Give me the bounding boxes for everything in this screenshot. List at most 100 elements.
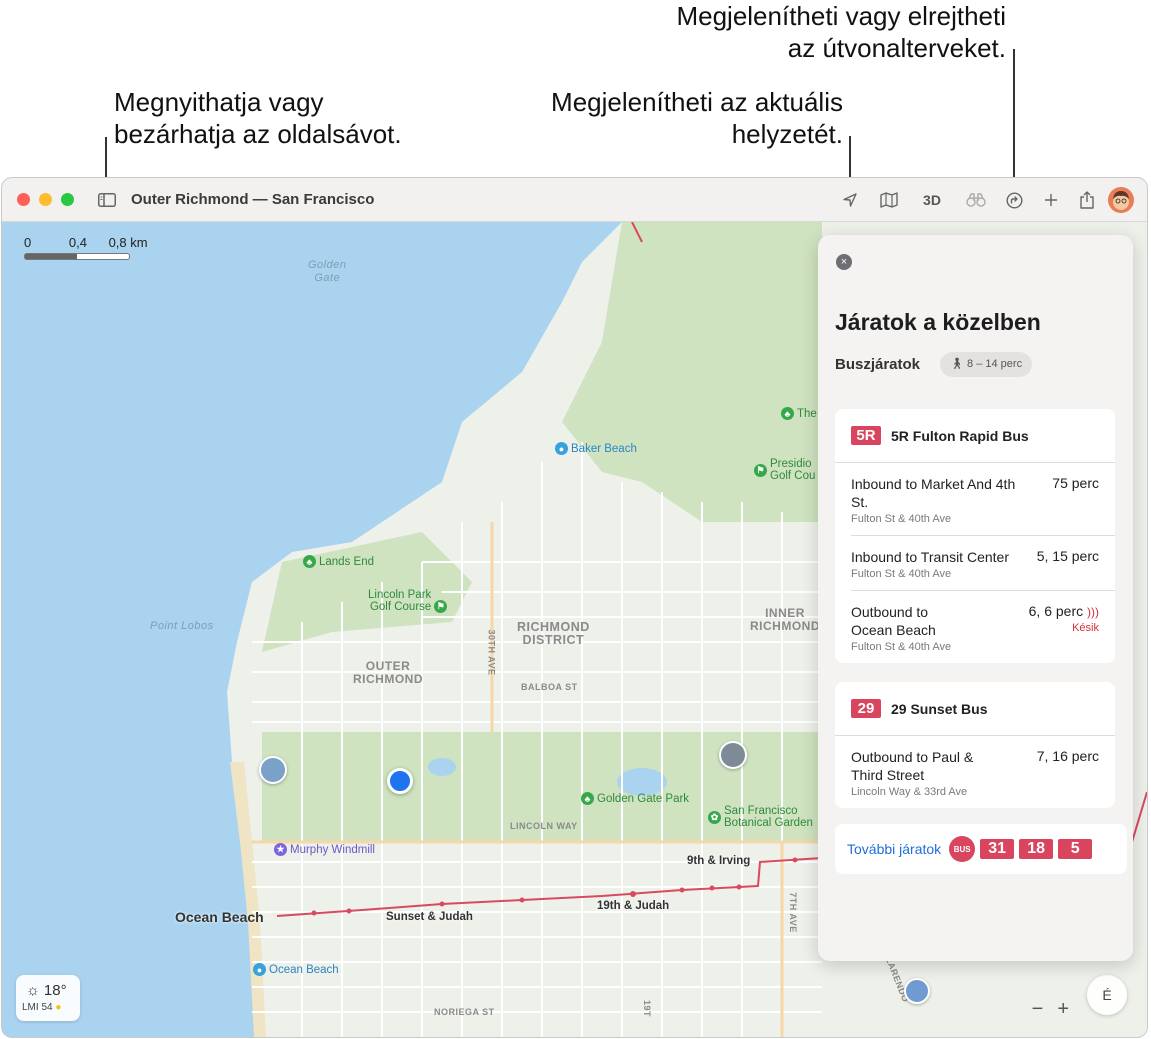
memoji-avatar-icon: [1113, 191, 1129, 210]
directions-button[interactable]: [1003, 189, 1025, 211]
current-location-dot[interactable]: [387, 768, 413, 794]
route-badge: 5R: [851, 426, 881, 445]
current-location-button[interactable]: [839, 189, 861, 211]
map-scale: 0 0,4 0,8 km: [24, 235, 148, 260]
ave-7th-label: 7TH AVE: [787, 892, 798, 933]
route-card-29[interactable]: 29 29 Sunset Bus Outbound to Paul & Thir…: [835, 682, 1115, 808]
route-badge[interactable]: 18: [1019, 839, 1054, 859]
poi-lincoln-park[interactable]: Lincoln Park Golf Course ⚑: [368, 589, 448, 613]
nearby-transit-panel: × Járatok a közelben Buszjáratok 🚶︎ 8 – …: [818, 235, 1133, 961]
panel-close-button[interactable]: ×: [836, 254, 852, 270]
trip-time: 5, 15 perc: [1036, 548, 1099, 564]
callout-sidebar-line1: Megnyithatja vagy: [114, 87, 324, 117]
look-around-button[interactable]: [965, 189, 987, 211]
share-button[interactable]: [1076, 189, 1098, 211]
poi-presidio-golf[interactable]: ⚑ Presidio Golf Cou: [754, 458, 815, 482]
window-title: Outer Richmond — San Francisco: [131, 191, 375, 208]
callout-sidebar: Megnyithatja vagy bezárhatja az oldalsáv…: [114, 86, 402, 150]
trip-row[interactable]: Outbound to Ocean Beach Fulton St & 40th…: [851, 591, 1115, 663]
poi-botanical-garden[interactable]: ✿ San Francisco Botanical Garden: [708, 805, 813, 829]
trip-row[interactable]: Inbound to Transit Center Fulton St & 40…: [851, 536, 1115, 591]
leader-directions: [1013, 49, 1015, 190]
minimize-window-button[interactable]: [39, 193, 52, 206]
close-window-button[interactable]: [17, 193, 30, 206]
panel-title: Járatok a közelben: [835, 309, 1041, 335]
poi-golden-gate-park[interactable]: ♣ Golden Gate Park: [581, 792, 689, 805]
share-icon: [1080, 191, 1094, 209]
inner-richmond-label: INNER RICHMOND: [750, 606, 820, 633]
walk-time-pill: 🚶︎ 8 – 14 perc: [940, 352, 1033, 377]
three-d-button[interactable]: 3D: [919, 189, 945, 211]
bus-icon: BUS: [949, 836, 976, 862]
stop-ocean-beach[interactable]: Ocean Beach: [175, 909, 264, 925]
route-badge: 29: [851, 699, 881, 718]
bridge-photo-marker[interactable]: [904, 978, 930, 1004]
route-card-5r[interactable]: 5R 5R Fulton Rapid Bus Inbound to Market…: [835, 409, 1115, 663]
route-name: 29 Sunset Bus: [891, 700, 988, 717]
route-badge[interactable]: 31: [980, 839, 1015, 859]
beach-icon: ●: [555, 442, 568, 455]
weather-widget[interactable]: ☼ 18° LMI 54 ●: [16, 975, 80, 1021]
trip-destination: Outbound to Paul & Third Street: [851, 749, 974, 783]
trip-time: 6, 6 perc: [1028, 603, 1084, 619]
route-header: 29 29 Sunset Bus: [835, 682, 1115, 736]
scale-label-end: 0,8 km: [108, 235, 148, 250]
map-mode-button[interactable]: [878, 189, 900, 211]
poi-the[interactable]: ♣ The: [781, 407, 817, 420]
stop-19th-judah[interactable]: 19th & Judah: [597, 900, 669, 912]
star-icon: ★: [274, 843, 287, 856]
poi-ocean-beach[interactable]: ● Ocean Beach: [253, 963, 339, 976]
point-lobos-label: Point Lobos: [150, 620, 214, 632]
sidebar-toggle-button[interactable]: [96, 189, 118, 211]
trip-row[interactable]: Outbound to Paul & Third Street Lincoln …: [851, 736, 1115, 808]
stop-sunset-judah[interactable]: Sunset & Judah: [386, 911, 473, 923]
trip-row[interactable]: Inbound to Market And 4th St. Fulton St …: [851, 463, 1115, 536]
trip-stop: Lincoln Way & 33rd Ave: [851, 786, 968, 798]
golf-icon: ⚑: [434, 599, 448, 613]
callout-sidebar-line2: bezárhatja az oldalsávot.: [114, 119, 402, 149]
park-lake-2: [428, 758, 456, 776]
maps-window: Outer Richmond — San Francisco 3D 0 0,4 …: [1, 177, 1148, 1038]
windmill-photo-marker[interactable]: [259, 756, 287, 784]
poi-lands-end[interactable]: ♣ Lands End: [303, 555, 374, 568]
compass[interactable]: É: [1087, 975, 1127, 1015]
air-quality: LMI 54 ●: [22, 1002, 62, 1013]
beach-icon: ●: [253, 963, 266, 976]
zoom-window-button[interactable]: [61, 193, 74, 206]
zoom-in-button[interactable]: +: [1057, 998, 1069, 1021]
more-routes-link[interactable]: További járatok: [847, 841, 941, 857]
avatar[interactable]: [1108, 187, 1134, 213]
trip-destination: Outbound to Ocean Beach: [851, 604, 936, 638]
scale-label-mid: 0,4: [68, 235, 87, 250]
trip-time: 75 perc: [1052, 475, 1099, 491]
poi-murphy-windmill[interactable]: ★ Murphy Windmill: [274, 843, 375, 856]
binoculars-icon: [966, 193, 986, 207]
map-view[interactable]: 0 0,4 0,8 km Golden Gate Point Lobos RICH…: [2, 222, 1147, 1037]
plus-icon: [1045, 194, 1057, 206]
route-header: 5R 5R Fulton Rapid Bus: [835, 409, 1115, 463]
lincoln-way-label: LINCOLN WAY: [510, 821, 578, 831]
map-icon: [880, 192, 898, 208]
landmark-photo-marker[interactable]: [719, 741, 747, 769]
trip-stop: Fulton St & 40th Ave: [851, 641, 952, 653]
trip-stop: Fulton St & 40th Ave: [851, 513, 952, 525]
callout-location: Megjelenítheti az aktuális helyzetét.: [551, 86, 843, 150]
trip-destination: Inbound to Market And 4th St.: [851, 476, 1016, 510]
add-button[interactable]: [1040, 189, 1062, 211]
more-routes-row[interactable]: További járatok BUS 31 18 5: [835, 824, 1127, 874]
trip-destination: Inbound to Transit Center: [851, 549, 1009, 565]
title-bar: Outer Richmond — San Francisco 3D: [2, 178, 1147, 222]
callout-location-line1: Megjelenítheti az aktuális: [551, 87, 843, 117]
ave-19th-label: 19T: [642, 999, 653, 1018]
late-status: Késik: [1072, 622, 1099, 634]
balboa-st-label: BALBOA ST: [521, 682, 578, 692]
scale-label-0: 0: [24, 235, 32, 250]
zoom-out-button[interactable]: −: [1032, 998, 1044, 1021]
tree-icon: ♣: [303, 555, 316, 568]
stop-9th-irving[interactable]: 9th & Irving: [687, 855, 750, 867]
route-badge[interactable]: 5: [1058, 839, 1093, 859]
golden-gate-label: Golden Gate: [308, 259, 347, 284]
flower-icon: ✿: [708, 810, 721, 824]
outer-richmond-label: OUTER RICHMOND: [353, 659, 423, 686]
poi-baker-beach[interactable]: ● Baker Beach: [555, 442, 637, 455]
